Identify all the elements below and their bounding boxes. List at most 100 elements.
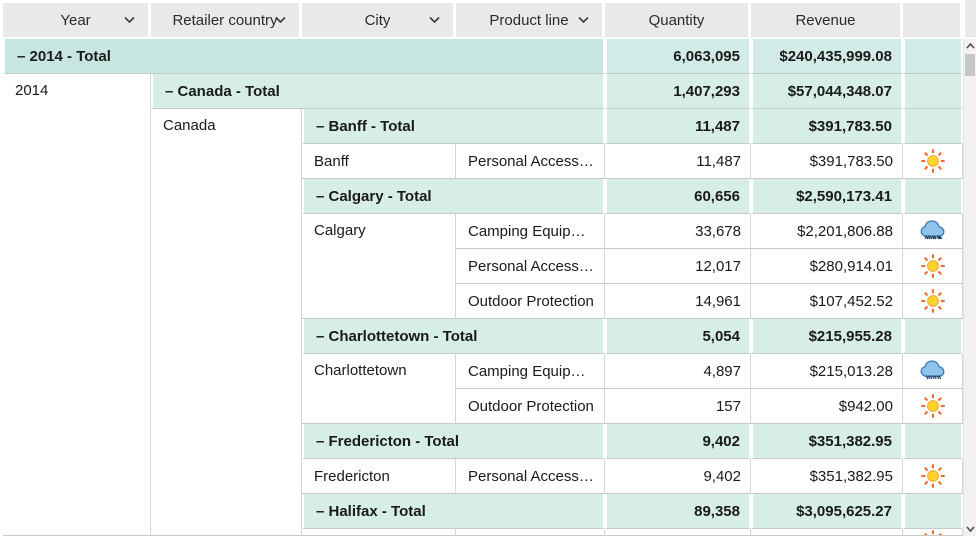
total-revenue: $57,044,348.07 (751, 74, 903, 109)
column-header-label: City (364, 11, 391, 29)
chevron-down-icon[interactable] (429, 16, 440, 24)
weather-cell (903, 214, 963, 249)
vertical-scrollbar[interactable] (963, 0, 976, 536)
weather-cell (903, 144, 963, 179)
revenue-cell: $107,452.52 (751, 284, 903, 319)
column-header-city[interactable]: City (302, 3, 456, 39)
total-revenue: $3,095,625.27 (751, 494, 903, 529)
sun-icon (920, 393, 946, 419)
total-revenue: $240,435,999.08 (751, 39, 903, 74)
total-label-2014[interactable]: – 2014 - Total (3, 39, 605, 74)
total-weather-cell (903, 494, 963, 529)
quantity-cell (605, 529, 751, 536)
total-revenue: $2,590,173.41 (751, 179, 903, 214)
revenue-cell: $280,914.01 (751, 249, 903, 284)
revenue-cell: $391,783.50 (751, 144, 903, 179)
product-line-cell: Outdoor Protection (456, 389, 605, 424)
chevron-down-icon (965, 526, 975, 532)
quantity-cell: 4,897 (605, 354, 751, 389)
year-cell: 2014 (3, 74, 151, 536)
chevron-down-icon[interactable] (124, 16, 135, 24)
quantity-cell: 14,961 (605, 284, 751, 319)
quantity-cell: 9,402 (605, 459, 751, 494)
total-label-fredericton[interactable]: – Fredericton - Total (302, 424, 605, 459)
total-weather-cell (903, 109, 963, 144)
total-label-banff[interactable]: – Banff - Total (302, 109, 605, 144)
product-line-cell: Personal Access… (456, 144, 605, 179)
total-weather-cell (903, 179, 963, 214)
total-weather-cell (903, 424, 963, 459)
column-header-label: Retailer country (172, 11, 278, 29)
city-cell: Banff (302, 144, 456, 179)
column-header-retailer-country[interactable]: Retailer country (151, 3, 302, 39)
scrollbar-track[interactable] (963, 39, 976, 536)
column-header-quantity[interactable]: Quantity (605, 3, 751, 39)
column-header-label: Quantity (648, 11, 705, 29)
column-header-product-line[interactable]: Product line (456, 3, 605, 39)
product-line-cell: Personal Access… (456, 459, 605, 494)
product-line-cell (456, 529, 605, 536)
city-cell: Calgary (302, 214, 456, 319)
pivot-grid: Year Retailer country City Product line … (3, 3, 963, 536)
weather-cell (903, 284, 963, 319)
quantity-cell: 157 (605, 389, 751, 424)
total-quantity: 1,407,293 (605, 74, 751, 109)
product-line-cell: Camping Equip… (456, 214, 605, 249)
total-quantity: 60,656 (605, 179, 751, 214)
chevron-down-icon[interactable] (275, 16, 286, 24)
weather-cell (903, 459, 963, 494)
scrollbar-header-cap (963, 0, 976, 39)
revenue-cell: $942.00 (751, 389, 903, 424)
total-revenue: $391,783.50 (751, 109, 903, 144)
total-label-charlottetown[interactable]: – Charlottetown - Total (302, 319, 605, 354)
total-label-calgary[interactable]: – Calgary - Total (302, 179, 605, 214)
product-line-cell: Camping Equip… (456, 354, 605, 389)
city-cell: Charlottetown (302, 354, 456, 424)
sun-icon (920, 253, 946, 279)
product-line-cell: Outdoor Protection (456, 284, 605, 319)
column-header-revenue[interactable]: Revenue (751, 3, 903, 39)
total-weather-cell (903, 74, 963, 109)
total-weather-cell (903, 39, 963, 74)
city-cell: Fredericton (302, 459, 456, 494)
chevron-up-icon (965, 43, 975, 49)
total-quantity: 11,487 (605, 109, 751, 144)
total-quantity: 9,402 (605, 424, 751, 459)
revenue-cell: $215,013.28 (751, 354, 903, 389)
column-header-weather[interactable] (903, 3, 963, 39)
scroll-up-button[interactable] (964, 39, 976, 53)
revenue-cell (751, 529, 903, 536)
total-revenue: $215,955.28 (751, 319, 903, 354)
column-header-label: Year (60, 11, 91, 29)
quantity-cell: 12,017 (605, 249, 751, 284)
column-header-label: Revenue (795, 11, 856, 29)
city-cell (302, 529, 456, 536)
revenue-cell: $2,201,806.88 (751, 214, 903, 249)
weather-cell (903, 354, 963, 389)
total-quantity: 89,358 (605, 494, 751, 529)
total-revenue: $351,382.95 (751, 424, 903, 459)
total-weather-cell (903, 319, 963, 354)
total-quantity: 6,063,095 (605, 39, 751, 74)
column-header-label: Product line (489, 11, 569, 29)
scroll-down-button[interactable] (964, 522, 976, 536)
total-label-canada[interactable]: – Canada - Total (151, 74, 605, 109)
country-cell: Canada (151, 109, 302, 536)
total-label-halifax[interactable]: – Halifax - Total (302, 494, 605, 529)
product-line-cell: Personal Access… (456, 249, 605, 284)
pivot-table-widget: Year Retailer country City Product line … (0, 0, 976, 536)
weather-cell (903, 529, 963, 536)
weather-cell (903, 389, 963, 424)
chevron-down-icon[interactable] (578, 16, 589, 24)
quantity-cell: 11,487 (605, 144, 751, 179)
sun-icon (920, 529, 946, 535)
revenue-cell: $351,382.95 (751, 459, 903, 494)
rain-cloud-icon (918, 218, 948, 244)
scrollbar-thumb[interactable] (965, 54, 975, 76)
sun-icon (920, 463, 946, 489)
column-header-year[interactable]: Year (3, 3, 151, 39)
weather-cell (903, 249, 963, 284)
quantity-cell: 33,678 (605, 214, 751, 249)
total-quantity: 5,054 (605, 319, 751, 354)
sun-icon (920, 148, 946, 174)
